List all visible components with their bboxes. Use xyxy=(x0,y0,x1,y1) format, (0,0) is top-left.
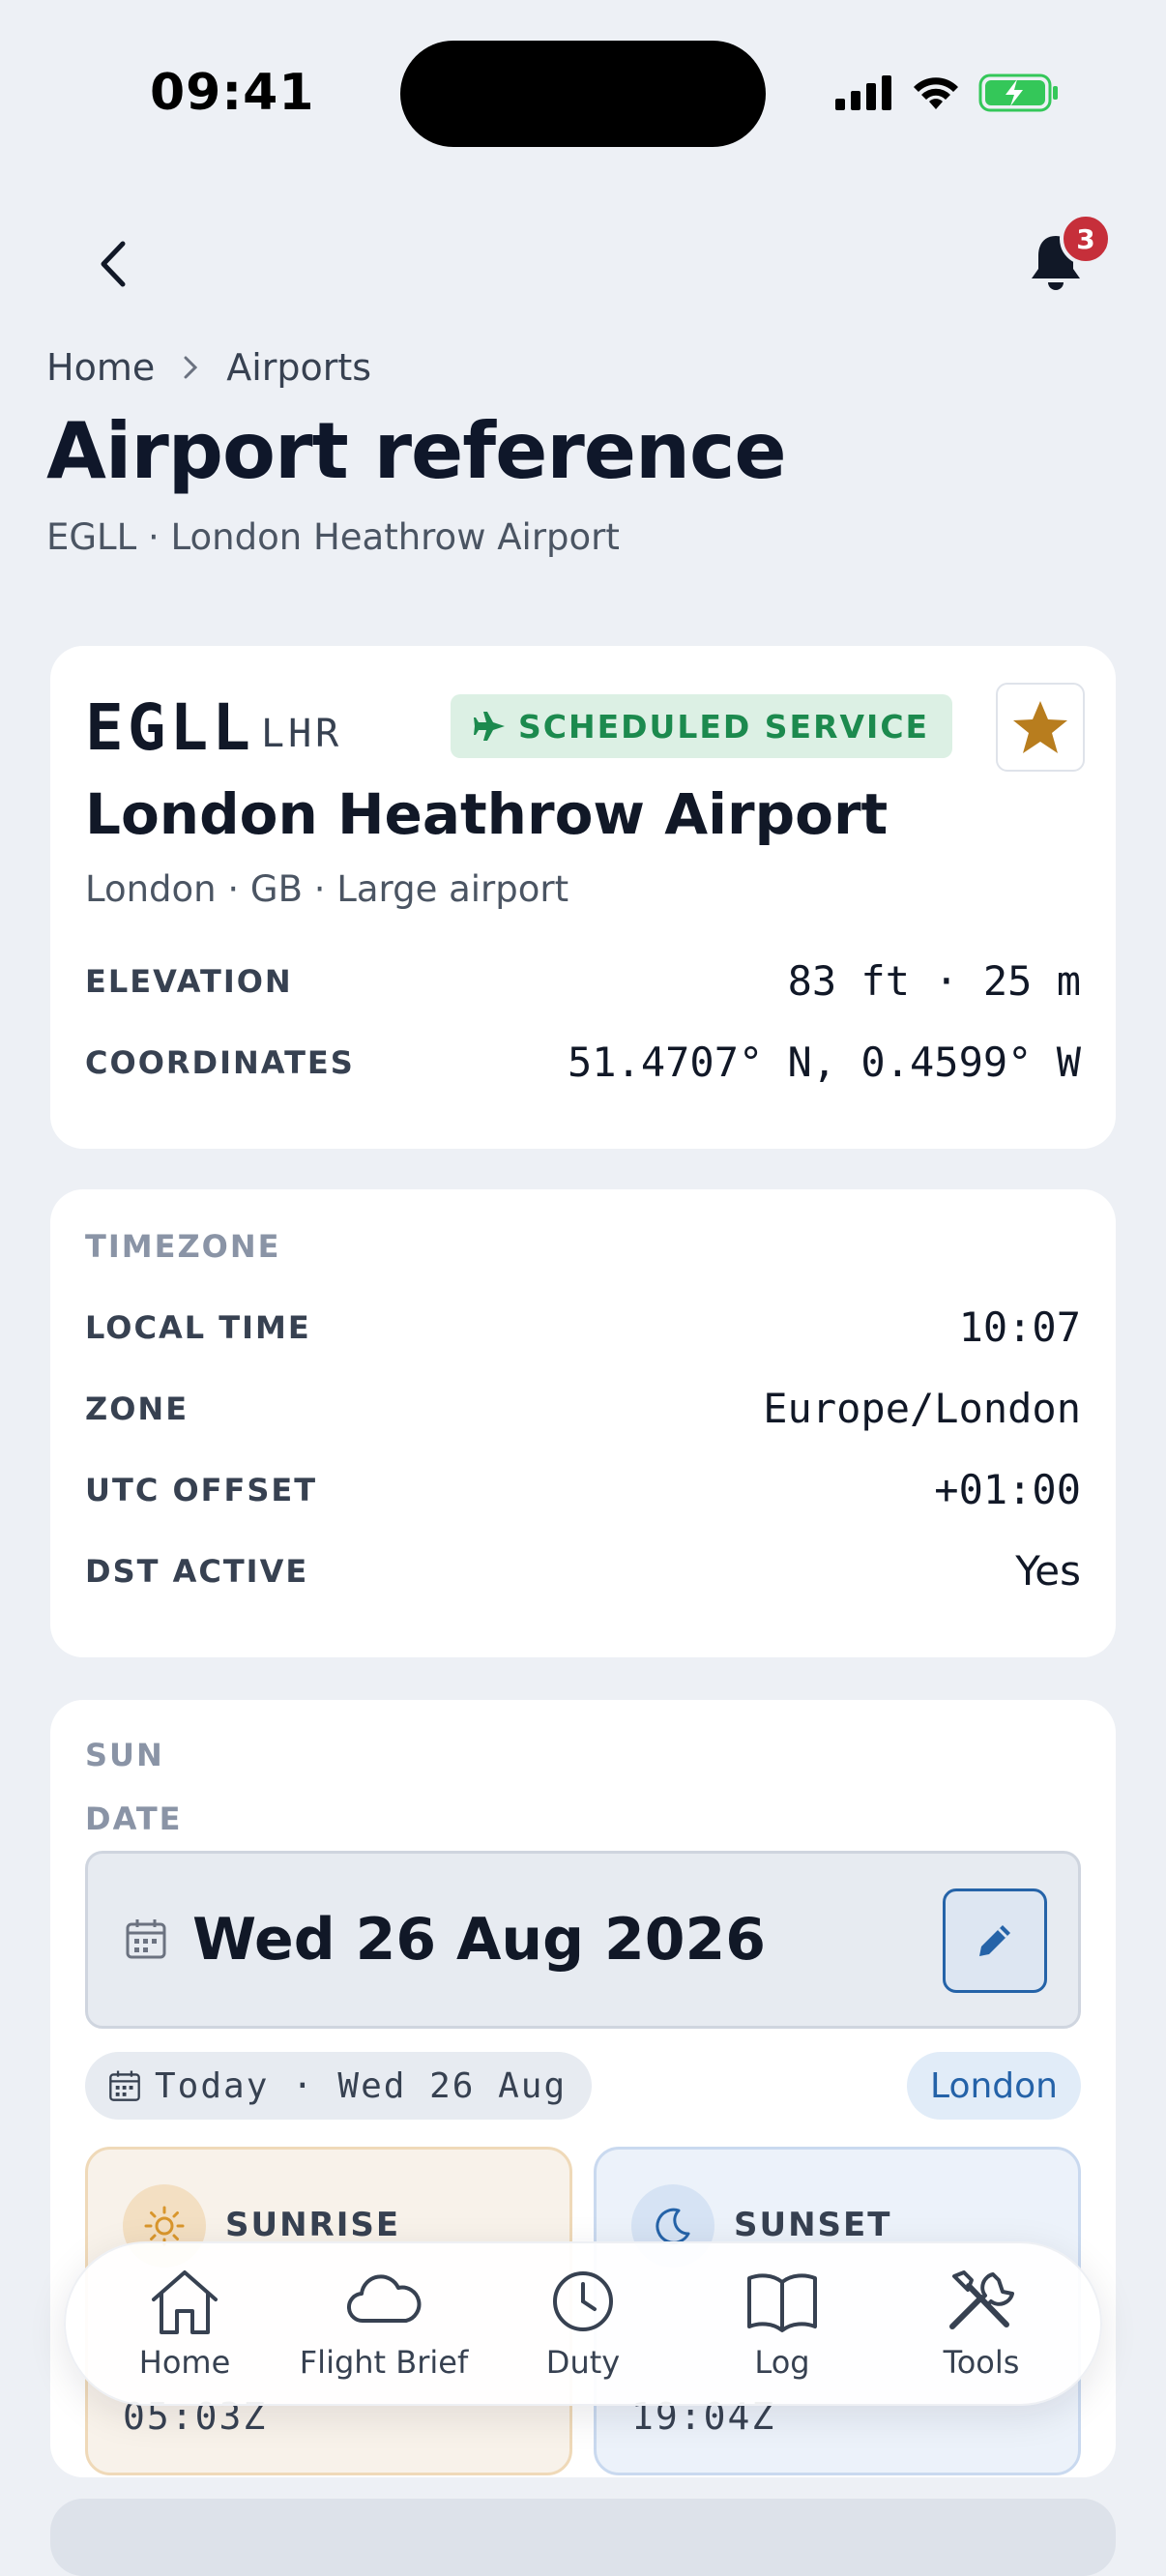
coordinates-row: COORDINATES 51.4707° N, 0.4599° W xyxy=(85,1039,1081,1086)
chevron-left-icon xyxy=(101,241,126,287)
utc-offset-value: +01:00 xyxy=(934,1466,1081,1513)
utc-offset-row: UTC OFFSET +01:00 xyxy=(85,1466,1081,1513)
airport-meta: London · GB · Large airport xyxy=(85,868,569,910)
today-chip[interactable]: Today · Wed 26 Aug xyxy=(85,2052,593,2120)
book-icon xyxy=(747,2273,817,2332)
zone-row: ZONE Europe/London xyxy=(85,1385,1081,1432)
elevation-row: ELEVATION 83 ft · 25 m xyxy=(85,957,1081,1005)
timezone-chip[interactable]: London xyxy=(907,2052,1081,2120)
tab-flight-brief-label: Flight Brief xyxy=(299,2344,469,2381)
pencil-icon xyxy=(979,1925,1010,1956)
airport-iata: LHR xyxy=(261,712,343,756)
status-bar: 09:41 xyxy=(0,0,1166,184)
zone-label: ZONE xyxy=(85,1390,189,1427)
tab-tools-label: Tools xyxy=(943,2344,1020,2381)
tab-duty[interactable]: Duty xyxy=(496,2267,670,2381)
star-icon xyxy=(1013,701,1067,753)
status-icons xyxy=(835,73,1060,112)
service-chip-label: SCHEDULED SERVICE xyxy=(518,707,930,746)
back-button[interactable] xyxy=(79,230,147,298)
next-card-peek xyxy=(50,2499,1116,2576)
tools-icon xyxy=(949,2270,1014,2329)
favorite-button[interactable] xyxy=(996,683,1085,772)
cloud-icon xyxy=(346,2274,422,2324)
dst-row: DST ACTIVE Yes xyxy=(85,1547,1081,1595)
airport-card: EGLL LHR SCHEDULED SERVICE London Heathr… xyxy=(50,646,1116,1149)
coordinates-label: COORDINATES xyxy=(85,1043,355,1081)
breadcrumb: Home Airports xyxy=(46,346,371,389)
tab-bar: Home Flight Brief Duty Log Tools xyxy=(64,2241,1102,2406)
elevation-value: 83 ft · 25 m xyxy=(787,957,1081,1005)
local-time-value: 10:07 xyxy=(958,1303,1081,1351)
utc-offset-label: UTC OFFSET xyxy=(85,1471,318,1508)
today-chip-label: Today · Wed 26 Aug xyxy=(155,2065,568,2106)
cellular-signal-icon xyxy=(835,75,891,110)
plane-icon xyxy=(474,712,505,741)
clock-icon xyxy=(553,2271,613,2331)
coordinates-value: 51.4707° N, 0.4599° W xyxy=(567,1039,1081,1086)
tab-log-label: Log xyxy=(754,2344,810,2381)
home-icon xyxy=(152,2270,218,2334)
breadcrumb-home[interactable]: Home xyxy=(46,346,155,389)
local-time-label: LOCAL TIME xyxy=(85,1308,311,1346)
sunset-label: SUNSET xyxy=(734,2206,892,2244)
notification-badge: 3 xyxy=(1060,213,1112,265)
calendar-icon xyxy=(126,1919,166,1959)
local-time-row: LOCAL TIME 10:07 xyxy=(85,1303,1081,1351)
sun-section-label: SUN xyxy=(85,1737,164,1773)
sunrise-label: SUNRISE xyxy=(225,2206,401,2244)
date-field[interactable]: Wed 26 Aug 2026 xyxy=(85,1851,1081,2029)
timezone-section-label: TIMEZONE xyxy=(85,1228,281,1265)
date-label: DATE xyxy=(85,1800,183,1837)
status-time: 09:41 xyxy=(150,64,315,122)
tab-flight-brief[interactable]: Flight Brief xyxy=(297,2267,471,2381)
dynamic-island xyxy=(400,41,766,147)
timezone-card: TIMEZONE LOCAL TIME 10:07 ZONE Europe/Lo… xyxy=(50,1189,1116,1657)
date-value: Wed 26 Aug 2026 xyxy=(192,1906,766,1974)
zone-value: Europe/London xyxy=(763,1385,1081,1432)
tab-log[interactable]: Log xyxy=(695,2267,869,2381)
calendar-icon xyxy=(109,2070,140,2101)
dst-value: Yes xyxy=(1015,1547,1081,1595)
tab-duty-label: Duty xyxy=(545,2344,621,2381)
page-subtitle: EGLL · London Heathrow Airport xyxy=(46,516,620,558)
airport-name: London Heathrow Airport xyxy=(85,781,889,847)
chevron-right-icon xyxy=(184,356,198,379)
tab-home-label: Home xyxy=(138,2344,231,2381)
tab-tools[interactable]: Tools xyxy=(894,2267,1068,2381)
tab-home[interactable]: Home xyxy=(98,2267,272,2381)
breadcrumb-current[interactable]: Airports xyxy=(226,346,371,389)
page-title: Airport reference xyxy=(46,406,787,496)
dst-label: DST ACTIVE xyxy=(85,1552,309,1590)
service-chip: SCHEDULED SERVICE xyxy=(451,694,953,758)
edit-date-button[interactable] xyxy=(943,1888,1047,1993)
elevation-label: ELEVATION xyxy=(85,962,293,1000)
battery-charging-icon xyxy=(978,73,1058,112)
wifi-icon xyxy=(914,77,958,109)
airport-icao: EGLL xyxy=(85,690,254,765)
